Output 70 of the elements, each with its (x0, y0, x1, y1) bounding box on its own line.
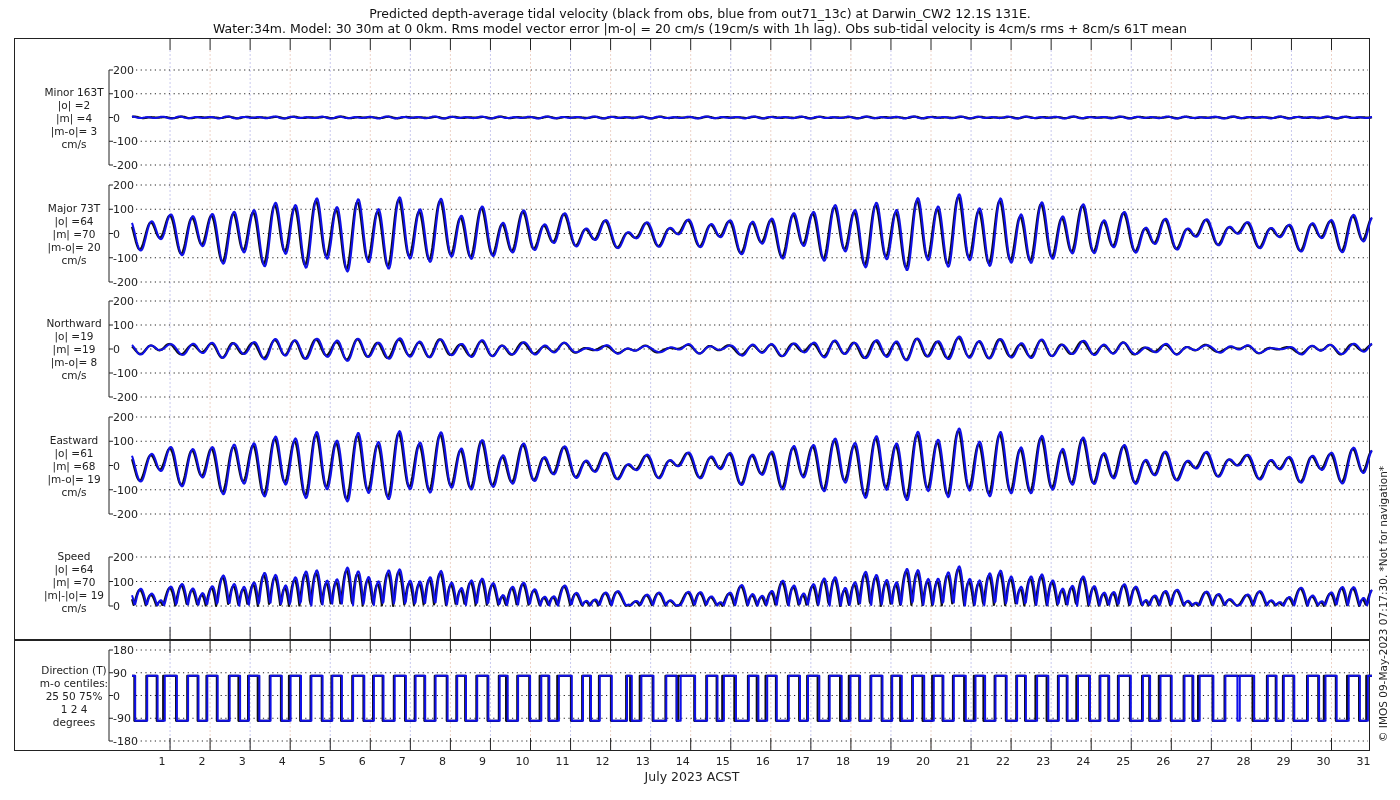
axis-title: July 2023 ACST (644, 769, 740, 784)
axis-tick-label: 180 (113, 644, 134, 657)
chart-title: Predicted depth-average tidal velocity (black from obs, blue from out71_13c) at Darwin_CW2 12.1S 131E. (369, 6, 1031, 21)
panel-label: Speed |o| =64 |m| =70 |m|-|o|= 19 cm/s (43, 549, 105, 614)
axis-tick-label: 8 (438, 755, 446, 768)
axis-tick-label: 14 (675, 755, 690, 768)
axis-tick-label: 29 (1276, 755, 1291, 768)
axis-tick-label: 10 (515, 755, 530, 768)
axis-tick-label: 9 (478, 755, 486, 768)
axis-tick-label: 0 (113, 689, 120, 703)
axis-tick-label: -100 (113, 251, 138, 265)
axis-tick-label: 12 (595, 755, 610, 768)
chart-title: Water:34m. Model: 30 30m at 0 0km. Rms model vector error |m-o| = 20 cm/s (19cm/s with 1h lag). Obs sub-tidal velocity is 4cm/s rms + 8cm/s 61T mean (213, 21, 1187, 36)
axis-tick-label: 0 (113, 459, 120, 473)
panel-label: Northward |o| =19 |m| =19 |m-o|= 8 cm/s (46, 317, 102, 381)
axis-tick-label: 31 (1356, 755, 1371, 768)
axis-tick-label: 30 (1316, 755, 1331, 768)
panel-label: Minor 163T |o| =2 |m| =4 |m-o|= 3 cm/s (44, 85, 104, 150)
axis-tick-label: 16 (755, 755, 770, 768)
y-axis (108, 556, 114, 607)
axis-tick-label: 15 (715, 755, 730, 768)
axis-tick-label: 4 (278, 755, 286, 768)
axis-tick-label: 100 (113, 87, 134, 101)
axis-tick-label: 23 (1036, 755, 1051, 768)
axis-tick-label: 200 (113, 295, 134, 308)
axis-tick-label: 100 (113, 435, 134, 449)
axis-tick-label: 21 (956, 755, 971, 768)
axis-tick-label: -90 (113, 712, 131, 726)
axis-tick-label: -200 (113, 391, 138, 404)
axis-tick-label: 24 (1076, 755, 1091, 768)
axis-tick-label: -100 (113, 135, 138, 149)
axis-tick-label: 17 (795, 755, 810, 768)
axis-tick-label: 6 (358, 755, 366, 768)
axis-tick-label: -100 (113, 367, 138, 380)
panel-label: Eastward |o| =61 |m| =68 |m-o|= 19 cm/s (47, 433, 101, 498)
axis-tick-label: 0 (113, 227, 120, 241)
axis-tick-label: 25 (1116, 755, 1131, 768)
axis-tick-label: 7 (398, 755, 406, 768)
axis-tick-label: 0 (113, 600, 120, 613)
axis-tick-label: 19 (875, 755, 890, 768)
axis-tick-label: 200 (113, 64, 134, 77)
axis-tick-label: 13 (635, 755, 650, 768)
axis-tick-label: 200 (113, 411, 134, 424)
axis-tick-label: 1 (158, 755, 166, 768)
axis-tick-label: 200 (113, 179, 134, 192)
credit-text: © IMOS 09-May-2023 07:17:30. *Not for navigation* (1377, 465, 1389, 742)
axis-tick-label: -200 (113, 159, 138, 172)
axis-tick-label: 22 (996, 755, 1011, 768)
axis-tick-label: 100 (113, 203, 134, 217)
axis-tick-label: 5 (318, 755, 326, 768)
axis-tick-label: 20 (916, 755, 930, 768)
axis-tick-label: 90 (113, 666, 127, 680)
panel-label: Direction (T) m-o centiles: 25 50 75% 1 2 4 degrees (39, 663, 109, 728)
axis-tick-label: -180 (113, 735, 138, 748)
axis-tick-label: 28 (1236, 755, 1251, 768)
panel-label: Major 73T |o| =64 |m| =70 |m-o|= 20 cm/s (47, 201, 101, 266)
axis-tick-label: 3 (238, 755, 246, 768)
axis-tick-label: 100 (113, 575, 134, 589)
axis-tick-label: -200 (113, 276, 138, 289)
axis-tick-label: 11 (555, 755, 570, 768)
axis-tick-label: 200 (113, 551, 134, 564)
axis-tick-label: -200 (113, 508, 138, 521)
axis-tick-label: 27 (1196, 755, 1211, 768)
axis-tick-label: 0 (113, 343, 120, 356)
axis-tick-label: -100 (113, 483, 138, 497)
axis-tick-label: 100 (113, 319, 134, 332)
axis-tick-label: 26 (1156, 755, 1171, 768)
axis-tick-label: 0 (113, 111, 120, 125)
axis-tick-label: 18 (835, 755, 850, 768)
axis-tick-label: 2 (198, 755, 206, 768)
